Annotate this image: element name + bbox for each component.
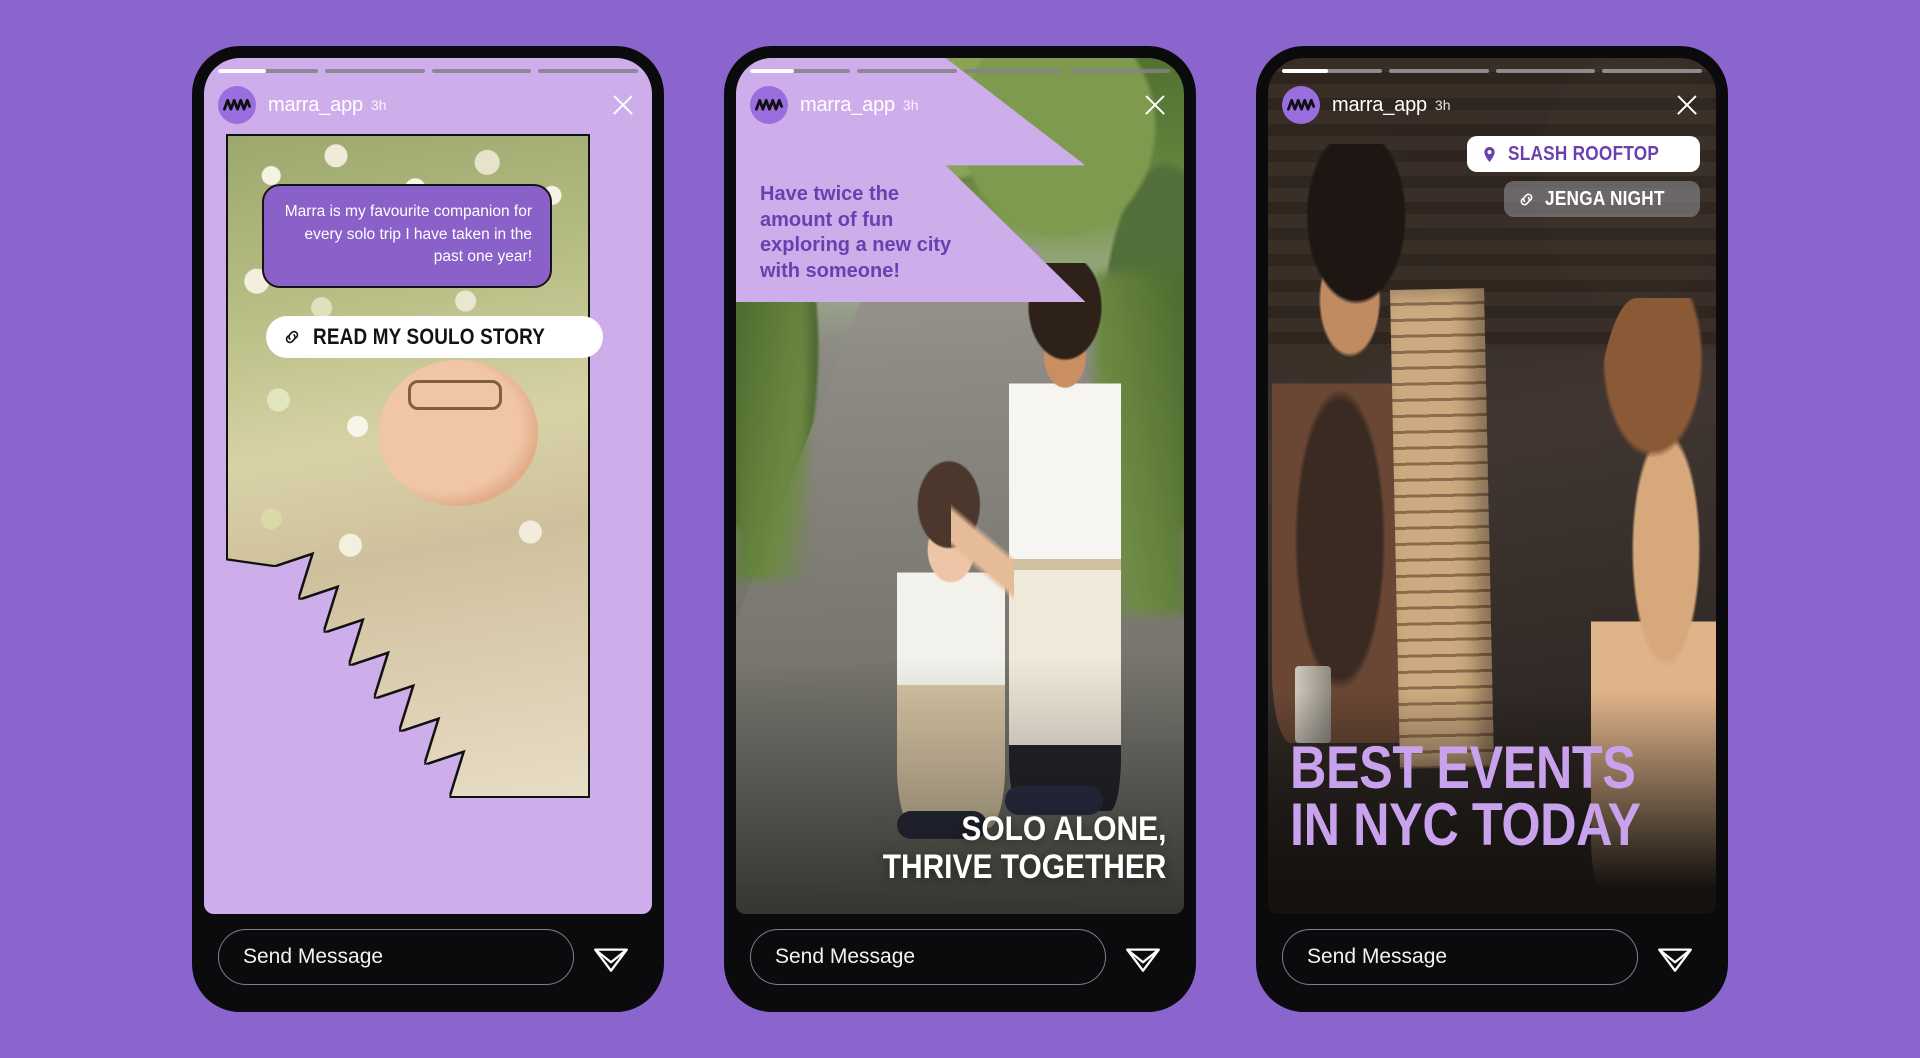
avatar[interactable] <box>750 86 788 124</box>
story-viewport-3[interactable]: marra_app 3h SLASH ROOFTOP JENGA NIGHT B… <box>1268 58 1716 914</box>
caption-line-1: SOLO ALONE, <box>960 810 1166 849</box>
marra-wave-logo-icon <box>223 98 251 111</box>
account-handle[interactable]: marra_app <box>1332 94 1427 117</box>
joined-hands <box>951 477 1014 632</box>
story-header-2: marra_app 3h <box>750 83 1170 127</box>
avatar[interactable] <box>218 86 256 124</box>
testimonial-text: Marra is my favourite companion for ever… <box>284 203 532 266</box>
link-icon <box>1520 193 1533 205</box>
testimonial-bubble: Marra is my favourite companion for ever… <box>262 184 552 288</box>
story-header-3: marra_app 3h <box>1282 83 1702 127</box>
read-story-label: READ MY SOULO STORY <box>313 324 546 349</box>
location-tag-slash-rooftop[interactable]: SLASH ROOFTOP <box>1467 136 1700 172</box>
close-icon[interactable] <box>1140 90 1170 120</box>
phone-story-1: marra_app 3h Marra is my favourite compa… <box>194 48 662 1010</box>
location-tag-label: SLASH ROOFTOP <box>1508 142 1660 165</box>
overlay-headline: Have twice the amount of fun exploring a… <box>760 183 952 282</box>
avatar[interactable] <box>1282 86 1320 124</box>
account-handle[interactable]: marra_app <box>800 94 895 117</box>
sunglasses <box>408 380 502 410</box>
story-progress-bar-1[interactable] <box>218 69 638 73</box>
progress-segment[interactable] <box>1602 69 1702 73</box>
story-timestamp: 3h <box>370 97 387 113</box>
link-tag-jenga-night[interactable]: JENGA NIGHT <box>1503 181 1700 217</box>
progress-segment[interactable] <box>1070 69 1170 73</box>
send-message-input[interactable] <box>1282 929 1638 985</box>
story-timestamp: 3h <box>1434 97 1451 113</box>
story-progress-bar-2[interactable] <box>750 69 1170 73</box>
phone-story-2: marra_app 3h Have twice the amount of fu… <box>726 48 1194 1010</box>
caption-line-2: THRIVE TOGETHER <box>882 847 1166 886</box>
link-icon <box>285 330 299 344</box>
paper-plane-icon[interactable] <box>590 936 632 978</box>
story-caption-3: BEST EVENTS IN NYC TODAY <box>1290 733 1641 859</box>
send-message-bar-3 <box>1268 914 1716 1010</box>
story-sticker-tags: SLASH ROOFTOP JENGA NIGHT <box>1467 136 1700 217</box>
link-tag-label: JENGA NIGHT <box>1544 187 1665 210</box>
progress-segment[interactable] <box>1282 69 1382 73</box>
close-icon[interactable] <box>1672 90 1702 120</box>
marra-wave-logo-icon <box>1287 98 1315 111</box>
progress-segment[interactable] <box>1495 69 1596 73</box>
progress-segment[interactable] <box>750 69 850 73</box>
paper-plane-icon[interactable] <box>1654 936 1696 978</box>
story-viewport-1[interactable]: marra_app 3h Marra is my favourite compa… <box>204 58 652 914</box>
read-story-button[interactable]: READ MY SOULO STORY <box>266 316 603 358</box>
progress-segment[interactable] <box>218 69 318 73</box>
progress-segment[interactable] <box>1388 69 1489 73</box>
story-header-1: marra_app 3h <box>218 83 638 127</box>
progress-segment[interactable] <box>538 69 638 73</box>
close-icon[interactable] <box>608 90 638 120</box>
send-message-input[interactable] <box>218 929 574 985</box>
progress-segment[interactable] <box>431 69 532 73</box>
progress-segment[interactable] <box>856 69 957 73</box>
account-handle[interactable]: marra_app <box>268 94 363 117</box>
send-message-bar-1 <box>204 914 652 1010</box>
location-pin-icon <box>1484 146 1495 162</box>
story-progress-bar-3[interactable] <box>1282 69 1702 73</box>
send-message-input[interactable] <box>750 929 1106 985</box>
story-caption-2: SOLO ALONE, THRIVE TOGETHER <box>882 810 1166 886</box>
caption-line-2: IN NYC TODAY <box>1290 791 1641 859</box>
caption-line-1: BEST EVENTS <box>1290 733 1636 801</box>
marra-wave-logo-icon <box>755 98 783 111</box>
story-viewport-2[interactable]: marra_app 3h Have twice the amount of fu… <box>736 58 1184 914</box>
phone-story-3: marra_app 3h SLASH ROOFTOP JENGA NIGHT B… <box>1258 48 1726 1010</box>
grass-left <box>736 289 808 581</box>
send-message-bar-2 <box>736 914 1184 1010</box>
progress-segment[interactable] <box>963 69 1064 73</box>
progress-segment[interactable] <box>324 69 425 73</box>
paper-plane-icon[interactable] <box>1122 936 1164 978</box>
story-timestamp: 3h <box>902 97 919 113</box>
